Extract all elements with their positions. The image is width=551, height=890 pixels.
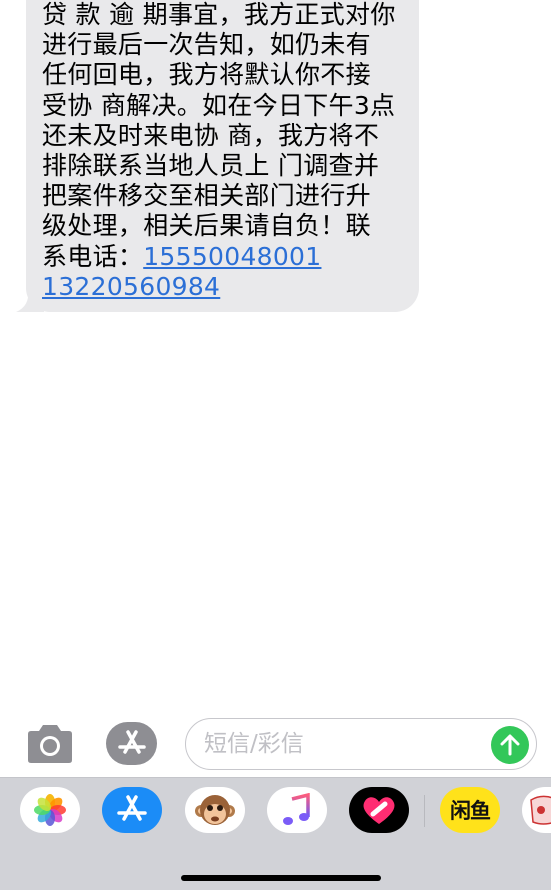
send-button[interactable] xyxy=(491,726,529,764)
camera-icon xyxy=(28,725,72,763)
app-store-app-button[interactable] xyxy=(102,787,162,833)
imessage-app-drawer: 闲鱼 xyxy=(0,777,551,890)
app-store-icon xyxy=(117,795,147,821)
message-line: 任何回电，我方将默认你不接 xyxy=(42,60,371,90)
app-store-icon xyxy=(117,729,146,754)
message-text: 贷 款 逾 期事宜，我方正式对你 进行最后一次告知，如仍未有 任何回电，我方将默… xyxy=(42,0,412,302)
message-line: 受协 商解决。如在今日下午3点 xyxy=(42,90,396,120)
message-line: 进行最后一次告知，如仍未有 xyxy=(42,30,371,60)
message-line: 还未及时来电协 商，我方将不 xyxy=(42,120,380,150)
animoji-icon xyxy=(195,795,235,825)
send-arrow-icon xyxy=(500,734,520,756)
contact-prefix: 系电话： xyxy=(42,241,144,271)
xianyu-icon: 闲鱼 xyxy=(450,799,491,823)
message-line: 级处理，相关后果请自负！联 xyxy=(42,211,371,241)
sticker-app-button[interactable] xyxy=(522,787,551,833)
bubble-tail xyxy=(16,290,44,312)
heart-app-icon xyxy=(363,797,395,824)
message-compose-field[interactable] xyxy=(185,718,537,770)
music-app-button[interactable] xyxy=(267,787,327,833)
xianyu-app-button[interactable]: 闲鱼 xyxy=(440,787,500,833)
app-store-button[interactable] xyxy=(106,722,157,765)
music-icon xyxy=(283,793,310,825)
message-line: 排除联系当地人员上 门调查并 xyxy=(42,150,380,180)
message-line: 贷 款 逾 期事宜，我方正式对你 xyxy=(42,0,396,29)
camera-button[interactable] xyxy=(24,722,76,766)
message-line: 把案件移交至相关部门进行升 xyxy=(42,181,371,211)
contact-line: 系电话：15550048001 xyxy=(42,242,412,272)
drawer-divider xyxy=(424,795,425,827)
phone-link-2[interactable]: 13220560984 xyxy=(42,272,220,301)
heart-app-button[interactable] xyxy=(349,787,409,833)
home-indicator[interactable] xyxy=(181,875,381,881)
phone-link-1[interactable]: 15550048001 xyxy=(143,242,321,271)
photos-icon xyxy=(34,794,66,826)
message-input[interactable] xyxy=(204,728,474,760)
photos-app-button[interactable] xyxy=(20,787,80,833)
sticker-icon xyxy=(530,795,551,825)
contact-line-2: 13220560984 xyxy=(42,272,412,302)
animoji-app-button[interactable] xyxy=(185,787,245,833)
